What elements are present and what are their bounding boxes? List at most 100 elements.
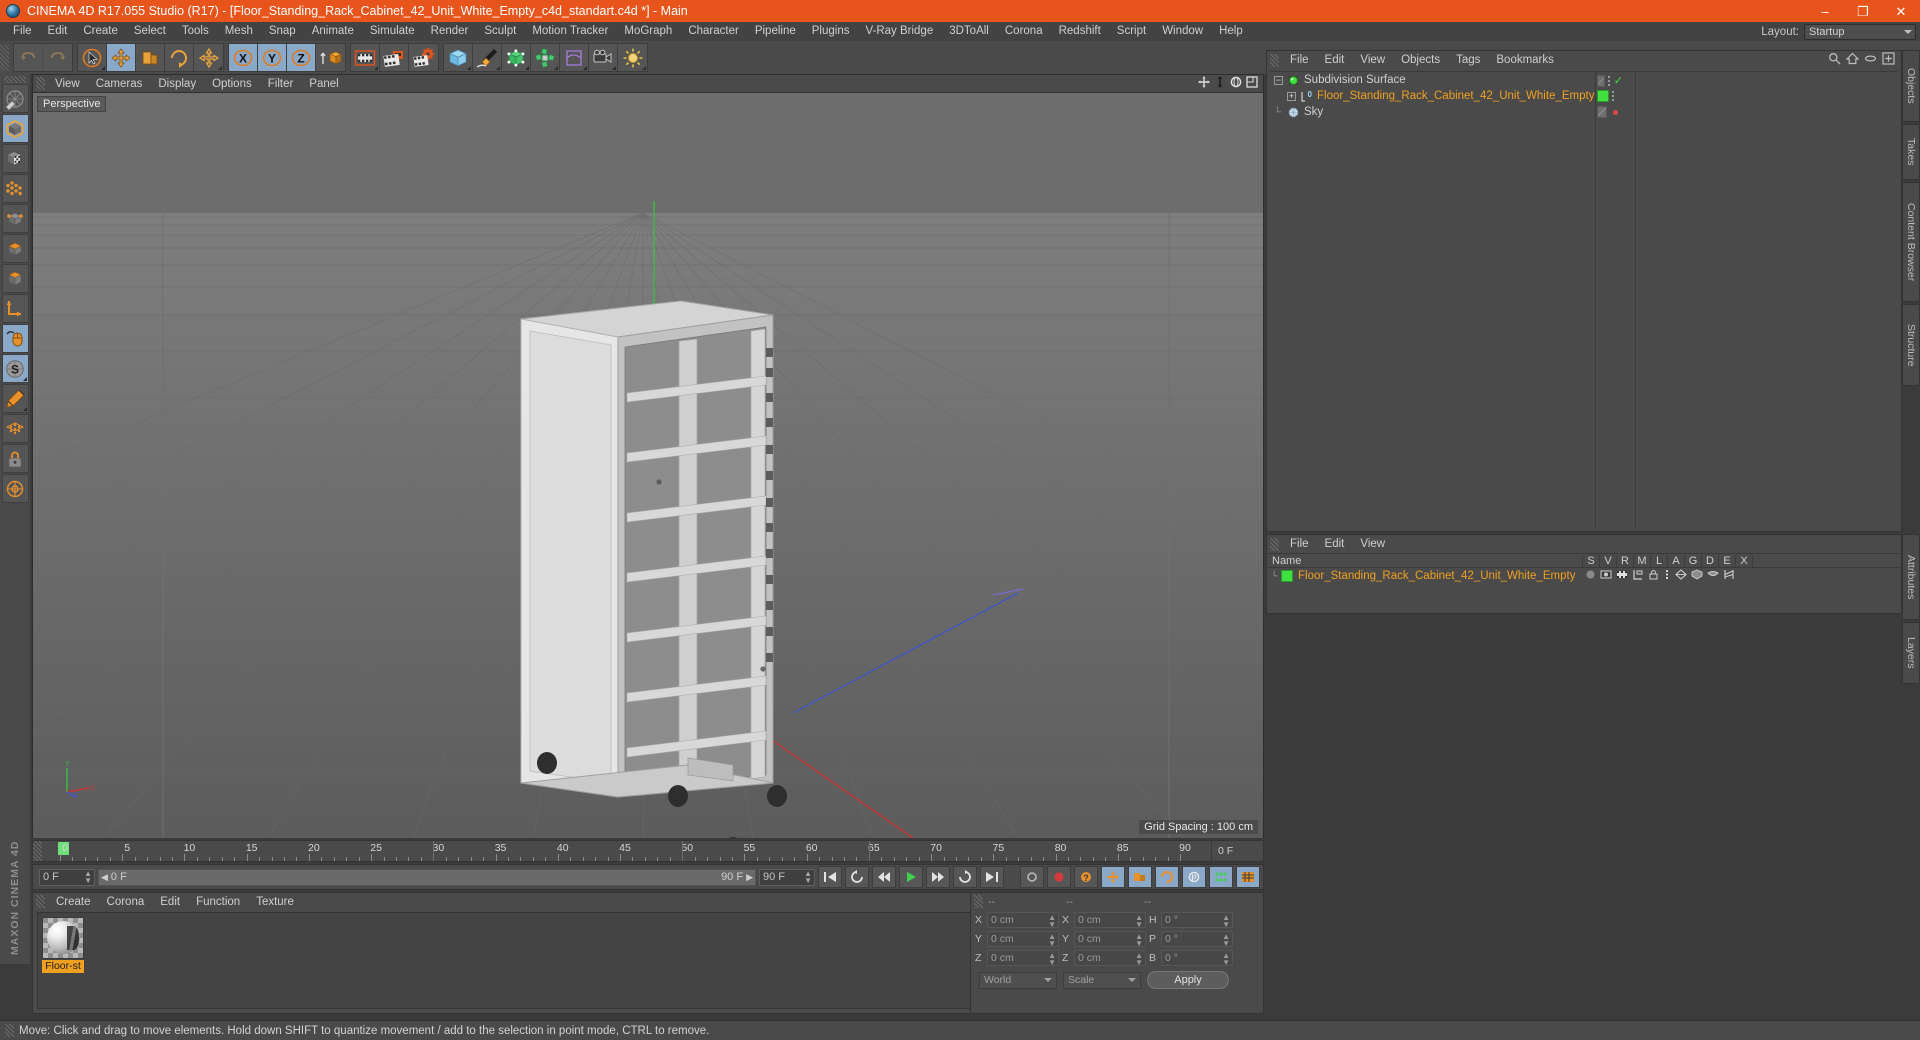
status-bar-grip[interactable] bbox=[5, 1024, 14, 1037]
texture-mode-icon[interactable] bbox=[1, 144, 29, 173]
rotation-b-field[interactable]: 0 ° ▲ ▼ bbox=[1161, 950, 1233, 967]
go-to-end-button[interactable] bbox=[980, 866, 1004, 888]
z-axis-icon[interactable]: Z bbox=[287, 44, 316, 71]
column-header-r[interactable]: R bbox=[1617, 554, 1634, 567]
menu-item-render[interactable]: Render bbox=[423, 22, 477, 41]
menu-item-sculpt[interactable]: Sculpt bbox=[476, 22, 524, 41]
play-button[interactable] bbox=[899, 866, 923, 888]
step-forward-keyframe-button[interactable] bbox=[953, 866, 977, 888]
viewport-menu-panel[interactable]: Panel bbox=[301, 78, 346, 90]
menu-item-script[interactable]: Script bbox=[1109, 22, 1154, 41]
autokeying-icon[interactable] bbox=[1020, 866, 1044, 888]
expand-expander-icon[interactable]: + bbox=[1287, 91, 1296, 101]
material-thumbnail[interactable] bbox=[42, 917, 84, 959]
maximize-button[interactable]: ❐ bbox=[1844, 0, 1882, 22]
range-left-arrow-icon[interactable]: ◀ bbox=[101, 872, 108, 883]
manager-toggle-icon[interactable] bbox=[1632, 569, 1644, 583]
column-header-a[interactable]: A bbox=[1668, 554, 1685, 567]
takes-tab[interactable]: Takes bbox=[1902, 124, 1920, 180]
object-menu-view[interactable]: View bbox=[1352, 54, 1393, 66]
maximize-viewport-icon[interactable] bbox=[1246, 76, 1258, 91]
tag-menu-file[interactable]: File bbox=[1282, 538, 1317, 550]
menu-item-snap[interactable]: Snap bbox=[261, 22, 304, 41]
menu-item-animate[interactable]: Animate bbox=[304, 22, 362, 41]
minimize-button[interactable]: – bbox=[1806, 0, 1844, 22]
axis-move-icon[interactable] bbox=[194, 44, 223, 71]
menu-item-create[interactable]: Create bbox=[75, 22, 126, 41]
stepper-icon[interactable]: ▲ ▼ bbox=[84, 870, 92, 885]
object-row-floor-standing-rack[interactable]: + 0 Floor_Standing_Rack_Cabinet_42_Unit_… bbox=[1270, 88, 1898, 104]
menu-item-help[interactable]: Help bbox=[1211, 22, 1251, 41]
stepper-icon[interactable]: ▲ ▼ bbox=[1048, 933, 1056, 948]
deformer-icon[interactable] bbox=[560, 44, 589, 71]
points-mode-icon[interactable] bbox=[1, 174, 29, 203]
objects-tab[interactable]: Objects bbox=[1902, 50, 1920, 122]
menu-item-redshift[interactable]: Redshift bbox=[1051, 22, 1109, 41]
object-menu-objects[interactable]: Objects bbox=[1393, 54, 1448, 66]
menu-item-character[interactable]: Character bbox=[680, 22, 747, 41]
material-menu-grip[interactable] bbox=[36, 895, 45, 908]
preview-end-field[interactable]: 90 F ▲ ▼ bbox=[759, 868, 815, 886]
viewport-menu-view[interactable]: View bbox=[47, 78, 88, 90]
menu-item-mesh[interactable]: Mesh bbox=[217, 22, 261, 41]
orbit-icon[interactable] bbox=[1230, 76, 1242, 91]
cube-primitive-icon[interactable] bbox=[444, 44, 473, 71]
left-palette-grip[interactable] bbox=[4, 76, 26, 83]
menu-item-v-ray-bridge[interactable]: V-Ray Bridge bbox=[857, 22, 941, 41]
stepper-icon[interactable]: ▲ ▼ bbox=[1048, 952, 1056, 967]
y-axis-icon[interactable]: Y bbox=[258, 44, 287, 71]
column-header-l[interactable]: L bbox=[1651, 554, 1668, 567]
preview-range-slider[interactable]: ◀ 0 F 90 F ▶ bbox=[98, 868, 756, 886]
polygons-mode-icon[interactable] bbox=[1, 264, 29, 293]
edges-mode-icon[interactable] bbox=[1, 204, 29, 233]
menu-item-simulate[interactable]: Simulate bbox=[362, 22, 423, 41]
menu-item-pipeline[interactable]: Pipeline bbox=[747, 22, 804, 41]
coordinate-mode-dropdown[interactable]: Scale bbox=[1063, 971, 1141, 989]
apply-button[interactable]: Apply bbox=[1147, 971, 1229, 989]
step-forward-frame-button[interactable] bbox=[926, 866, 950, 888]
content-browser-tab[interactable]: Content Browser bbox=[1902, 182, 1920, 302]
scale-icon[interactable] bbox=[136, 44, 165, 71]
menu-item-3dtoall[interactable]: 3DToAll bbox=[941, 22, 997, 41]
viewport-solo-icon[interactable] bbox=[1, 324, 29, 353]
rotation-key-icon[interactable] bbox=[1155, 866, 1179, 888]
stepper-icon[interactable]: ▲ ▼ bbox=[1135, 933, 1143, 948]
visibility-toggle-icon[interactable] bbox=[1597, 106, 1607, 118]
render-view-icon[interactable] bbox=[351, 44, 380, 71]
x-axis-icon[interactable]: X bbox=[229, 44, 258, 71]
column-header-s[interactable]: S bbox=[1583, 554, 1600, 567]
snap-icon[interactable]: S bbox=[1, 354, 29, 383]
menu-item-window[interactable]: Window bbox=[1154, 22, 1211, 41]
viewport-menu-filter[interactable]: Filter bbox=[260, 78, 302, 90]
timeline-toggle-icon[interactable] bbox=[1236, 866, 1260, 888]
redo-icon[interactable] bbox=[43, 44, 72, 71]
light-icon[interactable] bbox=[618, 44, 647, 71]
camera-icon[interactable] bbox=[589, 44, 618, 71]
stepper-icon[interactable]: ▲ ▼ bbox=[1048, 914, 1056, 929]
scene-objects-icon[interactable] bbox=[531, 44, 560, 71]
home-icon[interactable] bbox=[1845, 52, 1860, 68]
viewport-menu-display[interactable]: Display bbox=[150, 78, 204, 90]
world-object-axis-icon[interactable] bbox=[316, 44, 345, 71]
workplane-icon[interactable] bbox=[1, 384, 29, 413]
pla-key-icon[interactable] bbox=[1209, 866, 1233, 888]
rotation-h-field[interactable]: 0 ° ▲ ▼ bbox=[1161, 912, 1233, 929]
column-header-g[interactable]: G bbox=[1685, 554, 1702, 567]
timeline-grip[interactable] bbox=[33, 841, 42, 861]
object-menu-file[interactable]: File bbox=[1282, 54, 1317, 66]
object-row-subdivision-surface[interactable]: − Subdivision Surface ✓ bbox=[1270, 72, 1898, 88]
attributes-tab[interactable]: Attributes bbox=[1902, 534, 1920, 620]
menu-item-plugins[interactable]: Plugins bbox=[804, 22, 858, 41]
position-key-icon[interactable] bbox=[1101, 866, 1125, 888]
material-menu-create[interactable]: Create bbox=[48, 896, 99, 908]
planar-workplane-icon[interactable] bbox=[1, 414, 29, 443]
range-right-arrow-icon[interactable]: ▶ bbox=[746, 872, 753, 883]
column-header-e[interactable]: E bbox=[1719, 554, 1736, 567]
layers-tab[interactable]: Layers bbox=[1902, 622, 1920, 684]
tag-menu-view[interactable]: View bbox=[1352, 538, 1393, 550]
record-active-objects-icon[interactable] bbox=[1047, 866, 1071, 888]
solo-toggle-icon[interactable] bbox=[1585, 569, 1596, 583]
ellipse-icon[interactable] bbox=[1864, 52, 1877, 68]
column-header-x[interactable]: X bbox=[1736, 554, 1753, 567]
material-menu-corona[interactable]: Corona bbox=[99, 896, 153, 908]
